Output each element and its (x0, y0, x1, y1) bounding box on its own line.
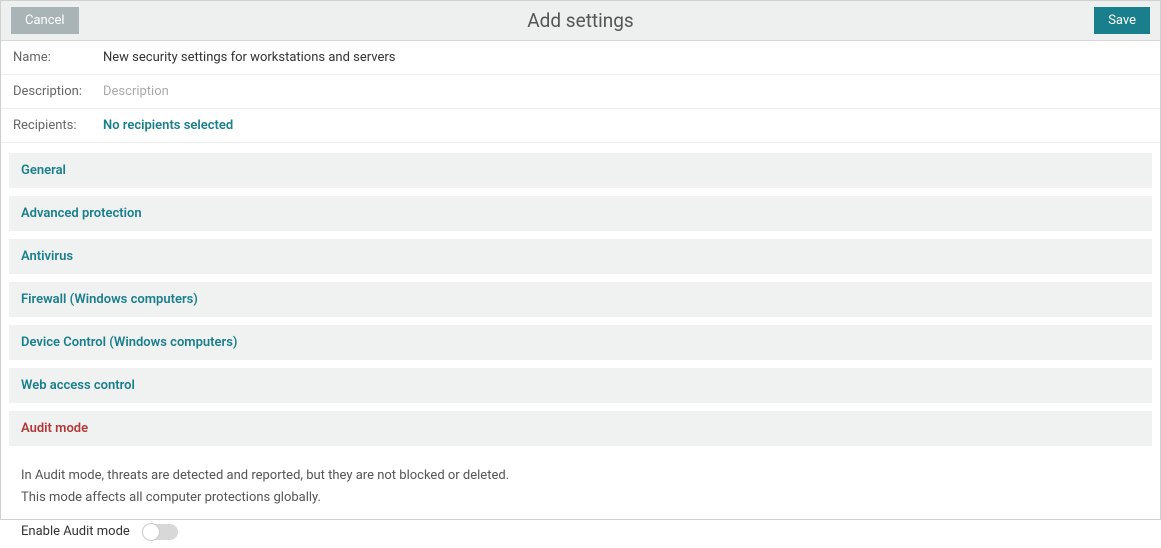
section-web-access-control[interactable]: Web access control (9, 368, 1152, 403)
name-label: Name: (13, 50, 103, 65)
section-title: Audit mode (21, 421, 88, 436)
audit-mode-body: In Audit mode, threats are detected and … (9, 454, 1152, 548)
cancel-button[interactable]: Cancel (11, 7, 79, 34)
audit-description-line1: In Audit mode, threats are detected and … (21, 466, 1140, 486)
recipients-link[interactable]: No recipients selected (103, 118, 233, 133)
section-general[interactable]: General (9, 153, 1152, 188)
description-input[interactable] (103, 84, 1148, 99)
section-antivirus[interactable]: Antivirus (9, 239, 1152, 274)
audit-description-line2: This mode affects all computer protectio… (21, 488, 1140, 508)
section-title: Web access control (21, 378, 135, 393)
section-device-control[interactable]: Device Control (Windows computers) (9, 325, 1152, 360)
section-title: Advanced protection (21, 206, 142, 221)
section-title: Firewall (Windows computers) (21, 292, 198, 307)
name-input[interactable] (103, 50, 1148, 65)
section-audit-mode[interactable]: Audit mode (9, 411, 1152, 446)
section-advanced-protection[interactable]: Advanced protection (9, 196, 1152, 231)
audit-toggle-label: Enable Audit mode (21, 522, 130, 542)
section-title: Device Control (Windows computers) (21, 335, 237, 350)
dialog-title: Add settings (527, 9, 633, 32)
save-button[interactable]: Save (1094, 7, 1150, 34)
section-firewall[interactable]: Firewall (Windows computers) (9, 282, 1152, 317)
description-label: Description: (13, 84, 103, 99)
section-title: Antivirus (21, 249, 73, 264)
name-row: Name: (1, 41, 1160, 75)
section-title: General (21, 163, 66, 178)
recipients-row: Recipients: No recipients selected (1, 109, 1160, 143)
description-row: Description: (1, 75, 1160, 109)
audit-toggle-row: Enable Audit mode (21, 522, 1140, 542)
dialog-header: Cancel Add settings Save (1, 1, 1160, 41)
recipients-label: Recipients: (13, 118, 103, 133)
audit-toggle[interactable] (142, 524, 178, 540)
sections-container: General Advanced protection Antivirus Fi… (1, 143, 1160, 548)
